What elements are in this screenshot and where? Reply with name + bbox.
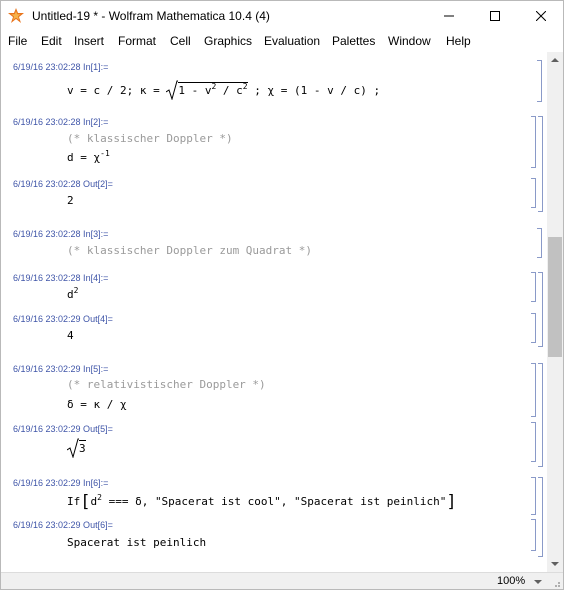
close-button[interactable] [518,1,563,31]
menu-file[interactable]: File [8,34,27,48]
comment-line: (* klassischer Doppler *) [67,132,233,145]
cell-label: 6/19/16 23:02:28 Out[2]= [13,179,113,189]
group-bracket[interactable] [538,363,543,467]
minimize-icon [444,15,454,17]
cell-bracket[interactable] [531,363,536,417]
resize-grip-icon[interactable] [551,578,561,588]
group-bracket[interactable] [538,272,543,347]
vertical-scrollbar[interactable] [547,52,563,572]
menu-insert[interactable]: Insert [74,34,104,48]
input-cell[interactable]: d2 [67,287,78,302]
notebook-area[interactable]: 6/19/16 23:02:28 In[1]:= v = c / 2; κ = … [1,52,547,572]
output-cell: 4 [67,329,74,342]
cell-label: 6/19/16 23:02:29 Out[6]= [13,520,113,530]
radical-sign [66,438,79,459]
maximize-button[interactable] [472,1,518,31]
output-cell: 3 [66,438,86,459]
menu-bar: File Edit Insert Format Cell Graphics Ev… [1,31,563,52]
mathematica-app-icon [8,8,24,23]
scroll-down-icon[interactable] [547,556,563,572]
close-icon [536,11,546,21]
cell-bracket[interactable] [531,477,536,515]
cell-bracket[interactable] [531,178,536,208]
group-bracket[interactable] [538,116,543,212]
cell-bracket[interactable] [531,116,536,168]
input-cell[interactable]: v = c / 2; κ = 1 - v2 / c2 ; χ = (1 - v … [67,80,380,101]
cell-label: 6/19/16 23:02:28 In[3]:= [13,229,109,239]
menu-format[interactable]: Format [118,34,156,48]
cell-label: 6/19/16 23:02:29 In[6]:= [13,478,109,488]
zoom-level[interactable]: 100% [497,575,525,587]
cell-label: 6/19/16 23:02:29 Out[5]= [13,424,113,434]
radical-sign [166,80,179,101]
cell-label: 6/19/16 23:02:29 In[5]:= [13,364,109,374]
comment-line: (* klassischer Doppler zum Quadrat *) [67,244,313,257]
cell-bracket[interactable] [537,228,542,258]
output-cell: 2 [67,194,74,207]
title-bar: Untitled-19 * - Wolfram Mathematica 10.4… [1,1,563,31]
cell-bracket[interactable] [531,272,536,302]
cell-bracket[interactable] [531,422,536,462]
cell-label: 6/19/16 23:02:28 In[1]:= [13,62,109,72]
input-cell[interactable]: δ = κ / χ [67,398,127,411]
status-bar: 100% [1,572,563,589]
comment-line: (* relativistischer Doppler *) [67,378,266,391]
group-bracket[interactable] [538,477,543,557]
scroll-up-icon[interactable] [547,52,563,68]
zoom-dropdown-icon[interactable] [533,577,543,587]
scrollbar-thumb[interactable] [548,237,562,357]
cell-label: 6/19/16 23:02:29 Out[4]= [13,314,113,324]
menu-window[interactable]: Window [388,34,431,48]
maximize-icon [490,11,500,21]
menu-palettes[interactable]: Palettes [332,34,375,48]
cell-label: 6/19/16 23:02:28 In[4]:= [13,273,109,283]
window-title: Untitled-19 * - Wolfram Mathematica 10.4… [32,9,270,23]
cell-bracket[interactable] [531,313,536,343]
cell-label: 6/19/16 23:02:28 In[2]:= [13,117,109,127]
cell-bracket[interactable] [531,519,536,551]
menu-edit[interactable]: Edit [41,34,62,48]
menu-help[interactable]: Help [446,34,471,48]
mathematica-window: Untitled-19 * - Wolfram Mathematica 10.4… [0,0,564,590]
minimize-button[interactable] [426,1,472,31]
input-cell[interactable]: If[d2 === δ, "Spacerat ist cool", "Space… [67,492,457,512]
input-cell[interactable]: d = χ-1 [67,150,110,165]
cell-bracket[interactable] [537,60,542,102]
menu-cell[interactable]: Cell [170,34,191,48]
menu-graphics[interactable]: Graphics [204,34,252,48]
menu-evaluation[interactable]: Evaluation [264,34,320,48]
output-cell: Spacerat ist peinlich [67,536,207,549]
